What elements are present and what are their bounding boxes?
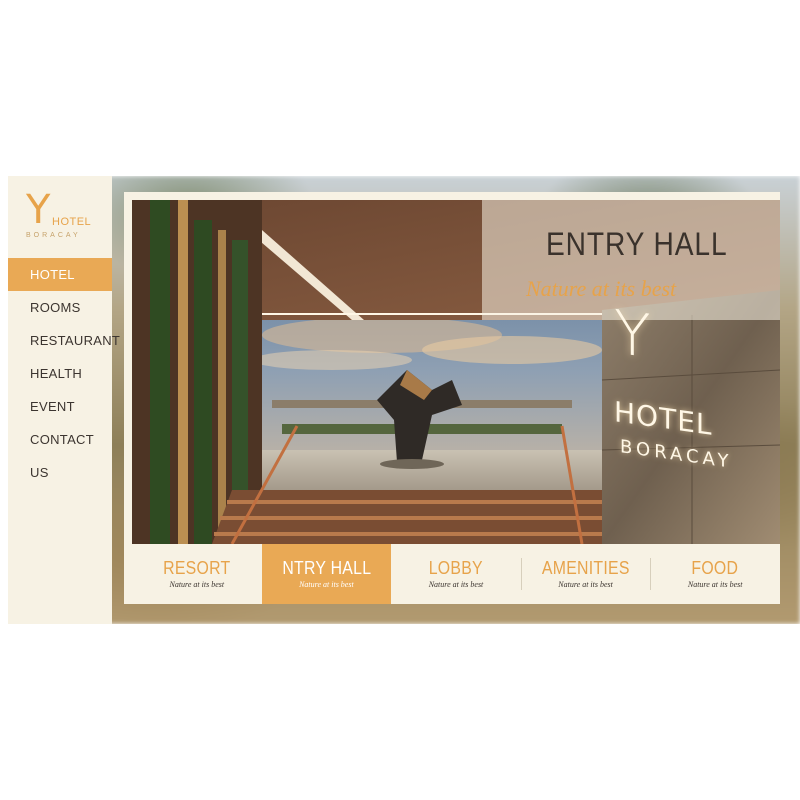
nav-item-rooms[interactable]: ROOMS <box>8 291 112 324</box>
wall-sign-letter: Y <box>614 297 651 373</box>
hotel-logo[interactable]: Y HOTEL BORACAY <box>26 190 110 250</box>
logo-location: BORACAY <box>26 232 81 239</box>
logo-word: HOTEL <box>52 216 92 228</box>
hotel-website-view: Y HOTEL BORACAY HOTEL ROOMS RESTAURANT H… <box>8 176 800 624</box>
page-subtitle: Nature at its best <box>526 276 677 301</box>
nav-item-hotel[interactable]: HOTEL <box>8 258 112 291</box>
sidebar: Y HOTEL BORACAY HOTEL ROOMS RESTAURANT H… <box>8 176 120 624</box>
tab-amenities[interactable]: AMENITIES Nature at its best <box>520 544 651 604</box>
category-tabs: RESORT Nature at its best NTRY HALL Natu… <box>132 544 780 604</box>
tab-label: NTRY HALL <box>281 558 371 578</box>
tab-tagline: Nature at its best <box>428 580 484 589</box>
nav-item-contact-us[interactable]: CONTACT US <box>8 423 112 480</box>
tab-tagline: Nature at its best <box>169 580 225 589</box>
tab-food[interactable]: FOOD Nature at its best <box>650 544 780 604</box>
tab-label: FOOD <box>691 558 739 578</box>
tab-tagline: Nature at its best <box>558 580 613 589</box>
page-title: ENTRY HALL <box>546 226 728 262</box>
tab-label: LOBBY <box>428 558 484 578</box>
hero-title-block: ENTRY HALL Nature at its best <box>484 208 776 308</box>
main-nav: HOTEL ROOMS RESTAURANT HEALTH EVENT CONT… <box>8 258 120 480</box>
tab-entry-hall[interactable]: NTRY HALL Nature at its best <box>261 544 392 604</box>
content-panel: ENTRY HALL Nature at its best Y HOTEL BO… <box>124 192 780 604</box>
tab-tagline: Nature at its best <box>687 580 743 589</box>
nav-item-health[interactable]: HEALTH <box>8 357 112 390</box>
nav-item-restaurant[interactable]: RESTAURANT <box>8 324 120 357</box>
nav-item-event[interactable]: EVENT <box>8 390 112 423</box>
tab-resort[interactable]: RESORT Nature at its best <box>132 544 262 604</box>
logo-letter: Y <box>26 187 51 233</box>
tab-tagline: Nature at its best <box>299 580 354 589</box>
tab-label: RESORT <box>163 558 231 578</box>
tab-label: AMENITIES <box>541 558 630 578</box>
tab-lobby[interactable]: LOBBY Nature at its best <box>391 544 521 604</box>
